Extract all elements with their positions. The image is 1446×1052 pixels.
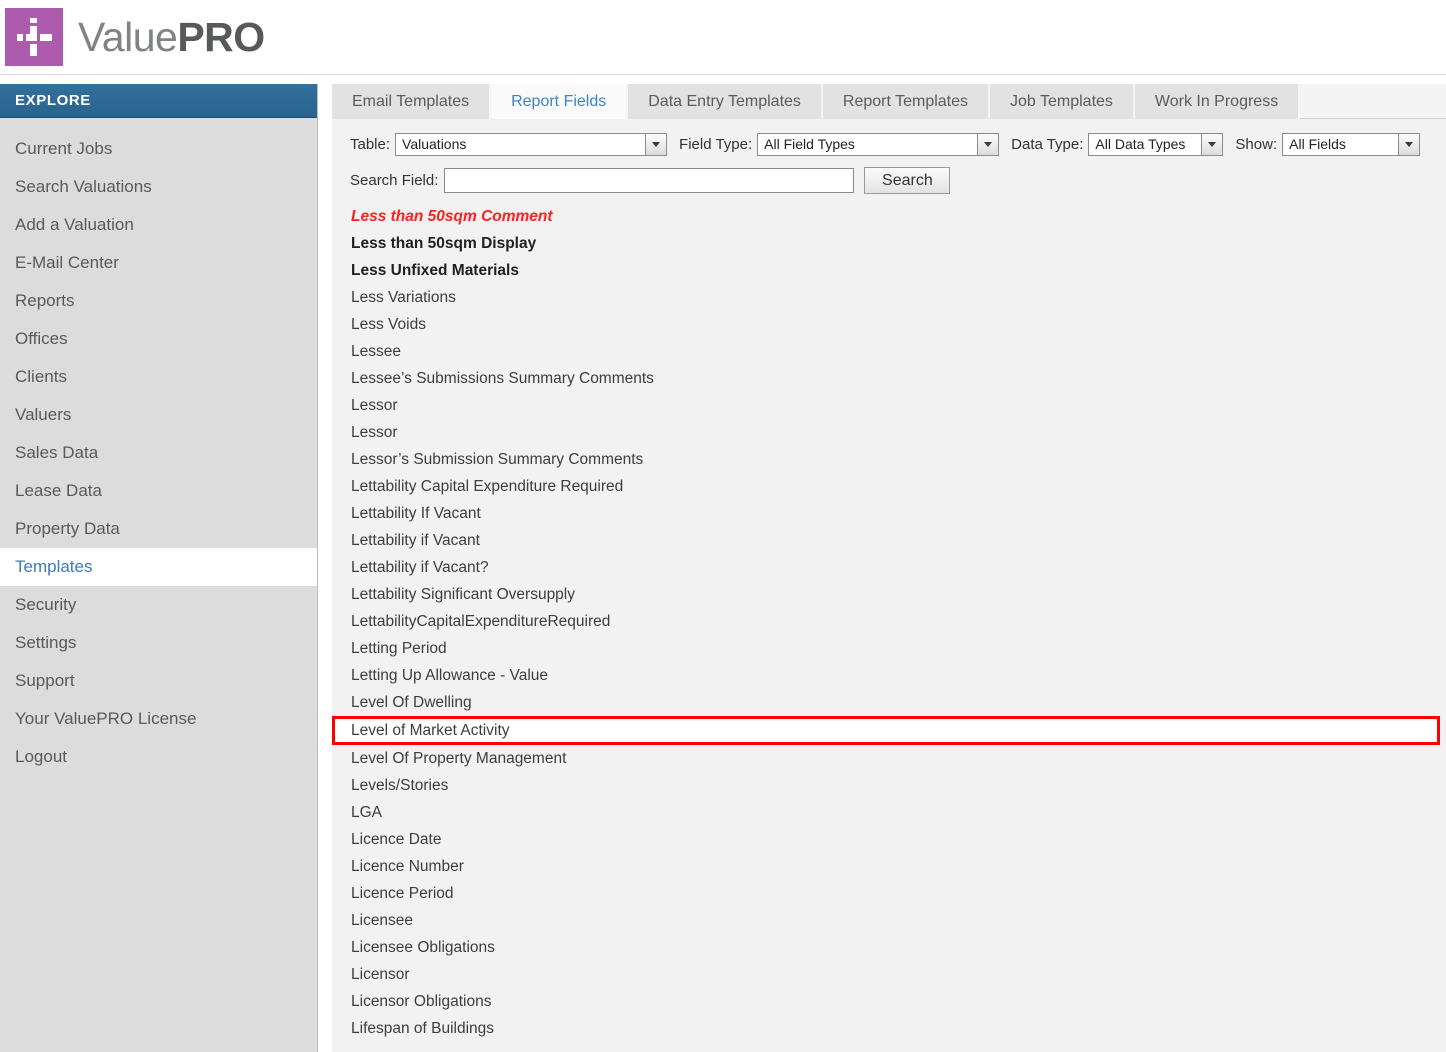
field-row[interactable]: Level Of Property Management (332, 745, 1446, 772)
field-type-select-value: All Field Types (764, 136, 855, 152)
show-select-value: All Fields (1289, 136, 1346, 152)
table-select-value: Valuations (402, 136, 467, 152)
search-field-label: Search Field: (350, 172, 439, 189)
app-root: ValuePRO EXPLORE Current Jobs Search Valu… (0, 0, 1446, 1052)
show-select[interactable]: All Fields (1282, 133, 1421, 156)
field-row[interactable]: Licensee Obligations (332, 934, 1446, 961)
field-row[interactable]: Lessee (332, 338, 1446, 365)
sidebar-item-support[interactable]: Support (0, 662, 317, 700)
content-panel: Table: Valuations Field Type: All Field … (332, 119, 1446, 1052)
tab-job-templates[interactable]: Job Templates (990, 84, 1135, 119)
field-row[interactable]: Lessee’s Submissions Summary Comments (332, 365, 1446, 392)
sidebar-nav: Current Jobs Search Valuations Add a Valua… (0, 118, 317, 776)
tab-strip: Email Templates Report Fields Data Entry T… (332, 84, 1446, 119)
sidebar-header: EXPLORE (0, 84, 317, 118)
field-row[interactable]: Less Variations (332, 284, 1446, 311)
sidebar-item-logout[interactable]: Logout (0, 738, 317, 776)
field-type-label: Field Type: (679, 136, 753, 153)
field-row[interactable]: Lettability if Vacant (332, 527, 1446, 554)
sidebar-item-property-data[interactable]: Property Data (0, 510, 317, 548)
sidebar-item-clients[interactable]: Clients (0, 358, 317, 396)
filter-bar: Table: Valuations Field Type: All Field … (332, 119, 1446, 156)
brand-name-light: Value (78, 14, 178, 60)
field-row[interactable]: Less Voids (332, 311, 1446, 338)
sidebar-item-current-jobs[interactable]: Current Jobs (0, 130, 317, 168)
brand-name-bold: PRO (177, 14, 265, 60)
sidebar-item-add-a-valuation[interactable]: Add a Valuation (0, 206, 317, 244)
tab-report-fields[interactable]: Report Fields (491, 84, 629, 119)
field-row-selected[interactable]: Level of Market Activity (332, 716, 1440, 745)
chevron-down-icon[interactable] (1201, 134, 1223, 155)
brand-wordmark: ValuePRO (78, 12, 265, 62)
field-type-select[interactable]: All Field Types (757, 133, 1000, 156)
table-filter-group: Table: Valuations (350, 133, 668, 156)
field-row[interactable]: Lessor’s Submission Summary Comments (332, 446, 1446, 473)
sidebar-item-reports[interactable]: Reports (0, 282, 317, 320)
field-row[interactable]: Less Unfixed Materials (332, 257, 1446, 284)
sidebar-item-your-valuepro-license[interactable]: Your ValuePRO License (0, 700, 317, 738)
field-row[interactable]: Lettability Capital Expenditure Required (332, 473, 1446, 500)
field-row[interactable]: Licence Date (332, 826, 1446, 853)
table-select[interactable]: Valuations (395, 133, 668, 156)
show-filter-group: Show: All Fields (1235, 133, 1421, 156)
field-row[interactable]: Lessor (332, 419, 1446, 446)
sidebar-item-offices[interactable]: Offices (0, 320, 317, 358)
sidebar-item-search-valuations[interactable]: Search Valuations (0, 168, 317, 206)
field-row[interactable]: Letting Period (332, 635, 1446, 662)
valuepro-cross-icon (5, 8, 63, 66)
field-row[interactable]: Level Of Dwelling (332, 689, 1446, 716)
field-row[interactable]: Licensee (332, 907, 1446, 934)
sidebar-item-e-mail-center[interactable]: E-Mail Center (0, 244, 317, 282)
sidebar-item-templates[interactable]: Templates (0, 548, 317, 586)
search-input[interactable] (444, 168, 855, 193)
field-row[interactable]: Lettability Significant Oversupply (332, 581, 1446, 608)
tab-work-in-progress[interactable]: Work In Progress (1134, 84, 1301, 119)
field-row[interactable]: LettabilityCapitalExpenditureRequired (332, 608, 1446, 635)
field-row[interactable]: Licence Period (332, 880, 1446, 907)
field-row[interactable]: Licence Number (332, 853, 1446, 880)
sidebar-item-security[interactable]: Security (0, 586, 317, 624)
data-type-select-value: All Data Types (1095, 136, 1186, 152)
search-button[interactable]: Search (864, 167, 951, 194)
sidebar: EXPLORE Current Jobs Search Valuations Add… (0, 84, 318, 1052)
field-row[interactable]: Licensor Obligations (332, 988, 1446, 1015)
field-row[interactable]: Less than 50sqm Comment (332, 203, 1446, 230)
search-bar: Search Field: Search (332, 156, 1446, 194)
field-row[interactable]: Letting Up Allowance - Value (332, 662, 1446, 689)
field-row[interactable]: Levels/Stories (332, 772, 1446, 799)
tab-list: Email Templates Report Fields Data Entry T… (332, 84, 1446, 119)
field-row[interactable]: Lettability if Vacant? (332, 554, 1446, 581)
chevron-down-icon[interactable] (1398, 134, 1420, 155)
tab-report-templates[interactable]: Report Templates (822, 84, 991, 119)
data-type-select[interactable]: All Data Types (1088, 133, 1224, 156)
show-label: Show: (1235, 136, 1278, 153)
chevron-down-icon[interactable] (645, 134, 667, 155)
field-row[interactable]: Lessor (332, 392, 1446, 419)
data-type-filter-group: Data Type: All Data Types (1011, 133, 1224, 156)
brand-header: ValuePRO (0, 0, 1446, 75)
tab-data-entry-templates[interactable]: Data Entry Templates (628, 84, 823, 119)
field-row[interactable]: LGA (332, 799, 1446, 826)
sidebar-item-settings[interactable]: Settings (0, 624, 317, 662)
field-row[interactable]: Licensor (332, 961, 1446, 988)
field-row[interactable]: Lifespan of Buildings (332, 1015, 1446, 1042)
field-type-filter-group: Field Type: All Field Types (679, 133, 1000, 156)
chevron-down-icon[interactable] (977, 134, 999, 155)
sidebar-item-sales-data[interactable]: Sales Data (0, 434, 317, 472)
tab-email-templates[interactable]: Email Templates (332, 84, 492, 119)
sidebar-item-valuers[interactable]: Valuers (0, 396, 317, 434)
field-row[interactable]: Lettability If Vacant (332, 500, 1446, 527)
table-label: Table: (350, 136, 391, 153)
field-row[interactable]: Less than 50sqm Display (332, 230, 1446, 257)
sidebar-item-lease-data[interactable]: Lease Data (0, 472, 317, 510)
data-type-label: Data Type: (1011, 136, 1084, 153)
field-list: Less than 50sqm Comment Less than 50sqm D… (332, 203, 1446, 1042)
